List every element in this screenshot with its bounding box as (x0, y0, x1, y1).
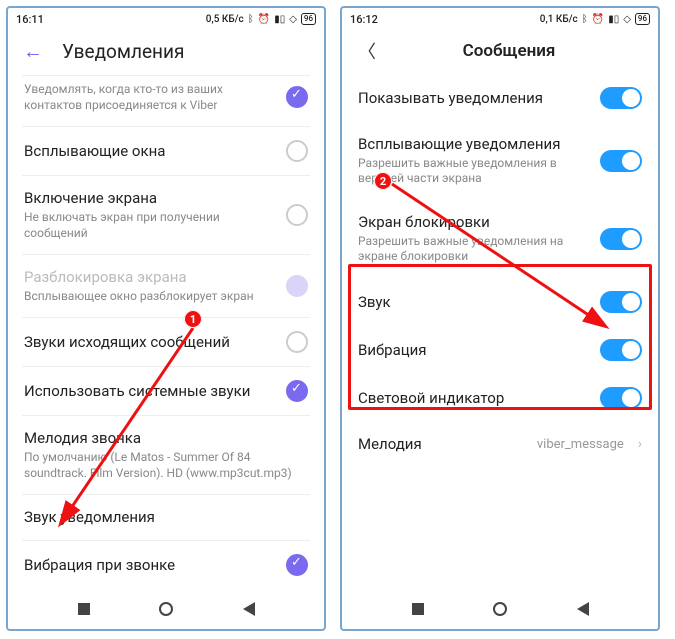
row-label: Звук уведомления (24, 508, 308, 527)
bluetooth-icon: ᛒ (582, 14, 588, 25)
settings-row-unlock: Разблокировка экрана Всплывающее окно ра… (8, 255, 324, 317)
toggle-switch[interactable] (600, 291, 642, 313)
checkbox-icon[interactable] (286, 86, 308, 108)
battery-indicator: 96 (301, 13, 316, 25)
android-nav-bar (342, 589, 658, 629)
settings-row-vibration[interactable]: Вибрация (342, 326, 658, 374)
row-subtitle: Не включать экран при получении сообщени… (24, 210, 276, 241)
chevron-right-icon: › (638, 436, 642, 452)
settings-row-sound[interactable]: Звук (342, 278, 658, 326)
right-screenshot: 16:12 0,1 КБ/с ᛒ ⏰ ▮▯ ◇ 96 〈 Сообщения П… (340, 6, 660, 631)
settings-row-contact-join[interactable]: Уведомлять, когда кто-то из ваших контак… (8, 76, 324, 126)
app-header: 〈 Сообщения (342, 30, 658, 74)
net-speed: 0,1 КБ/с (540, 14, 578, 25)
settings-row-notification-sound[interactable]: Звук уведомления (8, 495, 324, 540)
toggle-switch[interactable] (600, 387, 642, 409)
row-subtitle: Всплывающее окно разблокирует экран (24, 289, 276, 305)
row-subtitle: По умолчанию (Le Matos - Summer Of 84 so… (24, 450, 308, 481)
row-label: Экран блокировки (358, 213, 590, 232)
toggle-switch[interactable] (600, 228, 642, 250)
net-speed: 0,5 КБ/с (206, 14, 244, 25)
settings-row-outgoing-sounds[interactable]: Звуки исходящих сообщений (8, 318, 324, 366)
page-title: Сообщения (374, 41, 644, 61)
settings-row-ringtone[interactable]: Мелодия звонка По умолчанию (Le Matos - … (8, 416, 324, 494)
row-label: Мелодия звонка (24, 429, 308, 448)
row-value: viber_message (537, 437, 624, 452)
left-screenshot: 16:11 0,5 КБ/с ᛒ ⏰ ▮▯ ◇ 96 ← Уведомления… (6, 6, 326, 631)
nav-recent-icon[interactable] (78, 603, 90, 615)
row-label: Использовать системные звуки (24, 382, 276, 401)
signal-icon: ▮▯ (274, 14, 285, 25)
row-label: Всплывающие окна (24, 142, 276, 161)
settings-row-popups[interactable]: Всплывающие окна (8, 127, 324, 175)
settings-list: Показывать уведомления Всплывающие уведо… (342, 74, 658, 589)
row-label: Разблокировка экрана (24, 268, 276, 287)
nav-recent-icon[interactable] (412, 603, 424, 615)
alarm-icon: ⏰ (258, 14, 270, 25)
settings-row-system-sounds[interactable]: Использовать системные звуки (8, 367, 324, 415)
row-label: Вибрация (358, 341, 590, 360)
nav-back-icon[interactable] (243, 602, 255, 616)
row-label: Показывать уведомления (358, 89, 590, 108)
annotation-marker-2: 2 (374, 172, 392, 190)
app-header: ← Уведомления (8, 30, 324, 75)
row-label: Вибрация при звонке (24, 556, 276, 575)
status-indicators: 0,1 КБ/с ᛒ ⏰ ▮▯ ◇ 96 (540, 13, 650, 25)
bluetooth-icon: ᛒ (248, 14, 254, 25)
settings-row-led[interactable]: Световой индикатор (342, 374, 658, 422)
status-bar: 16:11 0,5 КБ/с ᛒ ⏰ ▮▯ ◇ 96 (8, 8, 324, 30)
status-indicators: 0,5 КБ/с ᛒ ⏰ ▮▯ ◇ 96 (206, 13, 316, 25)
status-time: 16:11 (16, 13, 44, 26)
row-label: Мелодия (358, 435, 527, 454)
row-label: Звуки исходящих сообщений (24, 333, 276, 352)
row-label: Звук (358, 293, 590, 312)
checkbox-icon[interactable] (286, 140, 308, 162)
row-subtitle: Уведомлять, когда кто-то из ваших контак… (24, 82, 276, 113)
row-subtitle: Разрешить важные уведомления в верхней ч… (358, 156, 590, 187)
toggle-switch[interactable] (600, 87, 642, 109)
settings-row-lockscreen[interactable]: Экран блокировки Разрешить важные уведом… (342, 200, 658, 278)
row-subtitle: Разрешить важные уведомления на экране б… (358, 234, 590, 265)
annotation-marker-1: 1 (184, 310, 202, 328)
settings-row-vibrate-call[interactable]: Вибрация при звонке (8, 541, 324, 589)
nav-home-icon[interactable] (159, 602, 173, 616)
settings-row-melody[interactable]: Мелодия viber_message › (342, 422, 658, 467)
alarm-icon: ⏰ (592, 14, 604, 25)
row-label: Всплывающие уведомления (358, 135, 590, 154)
checkbox-icon[interactable] (286, 204, 308, 226)
signal-icon: ▮▯ (608, 14, 619, 25)
settings-list: Уведомлять, когда кто-то из ваших контак… (8, 75, 324, 589)
row-label: Включение экрана (24, 189, 276, 208)
toggle-switch[interactable] (600, 150, 642, 172)
android-nav-bar (8, 589, 324, 629)
nav-back-icon[interactable] (577, 602, 589, 616)
settings-row-show-notifications[interactable]: Показывать уведомления (342, 74, 658, 122)
page-title: Уведомления (62, 40, 184, 63)
status-bar: 16:12 0,1 КБ/с ᛒ ⏰ ▮▯ ◇ 96 (342, 8, 658, 30)
settings-row-screen-on[interactable]: Включение экрана Не включать экран при п… (8, 176, 324, 254)
back-arrow-icon[interactable]: ← (22, 41, 44, 63)
battery-indicator: 96 (635, 13, 650, 25)
checkbox-icon (286, 275, 308, 297)
checkbox-icon[interactable] (286, 380, 308, 402)
settings-row-popup-notifications[interactable]: Всплывающие уведомления Разрешить важные… (342, 122, 658, 200)
row-label: Световой индикатор (358, 389, 590, 408)
toggle-switch[interactable] (600, 339, 642, 361)
wifi-icon: ◇ (623, 14, 631, 25)
checkbox-icon[interactable] (286, 331, 308, 353)
checkbox-icon[interactable] (286, 554, 308, 576)
nav-home-icon[interactable] (493, 602, 507, 616)
status-time: 16:12 (350, 13, 378, 26)
wifi-icon: ◇ (289, 14, 297, 25)
